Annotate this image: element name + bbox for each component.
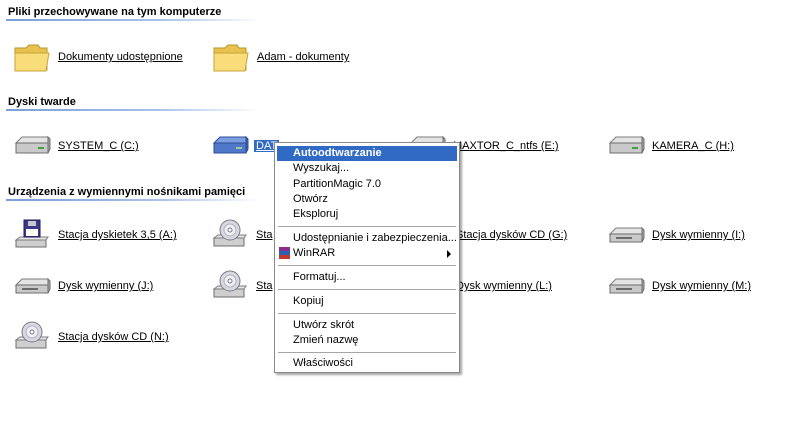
menu-item-search[interactable]: Wyszukaj...: [277, 161, 457, 176]
item-removable-m[interactable]: Dysk wymienny (M:): [606, 269, 751, 303]
menu-item-label: Eksploruj: [293, 208, 339, 220]
item-label: Dysk wymienny (I:): [652, 229, 745, 241]
item-label: Dysk wymienny (M:): [652, 280, 752, 292]
menu-item-create-shortcut[interactable]: Utwórz skrót: [277, 318, 457, 333]
submenu-arrow-icon: [447, 250, 451, 258]
removable-drive-icon: [12, 269, 52, 303]
menu-item-rename[interactable]: Zmień nazwę: [277, 333, 457, 348]
item-adam-documents[interactable]: Adam - dokumenty: [211, 40, 349, 74]
cd-drive-icon: [12, 320, 52, 354]
item-shared-documents[interactable]: Dokumenty udostępnione: [12, 40, 183, 74]
section-title: Urządzenia z wymiennymi nośnikami pamięc…: [8, 186, 246, 198]
menu-item-open[interactable]: Otwórz: [277, 192, 457, 207]
menu-separator: [278, 313, 456, 314]
removable-drive-icon: [606, 218, 646, 252]
menu-item-format[interactable]: Formatuj...: [277, 270, 457, 285]
cd-drive-icon: [210, 218, 250, 252]
hard-drive-icon: [606, 129, 646, 163]
section-divider: [6, 109, 261, 111]
item-label: Adam - dokumenty: [257, 51, 350, 63]
folder-icon: [211, 40, 251, 74]
menu-separator: [278, 265, 456, 266]
item-label: Dokumenty udostępnione: [58, 51, 183, 63]
item-drive-h[interactable]: KAMERA_C (H:): [606, 129, 734, 163]
hard-drive-icon: [12, 129, 52, 163]
winrar-icon: [279, 247, 290, 259]
item-label: Dysk wymienny (L:): [456, 280, 552, 292]
menu-item-label: WinRAR: [293, 247, 336, 259]
section-title: Pliki przechowywane na tym komputerze: [8, 6, 222, 18]
item-label: SYSTEM_C (C:): [58, 140, 139, 152]
menu-item-partition-magic[interactable]: PartitionMagic 7.0: [277, 177, 457, 192]
menu-item-label: PartitionMagic 7.0: [293, 178, 382, 190]
item-label: KAMERA_C (H:): [652, 140, 734, 152]
item-drive-c[interactable]: SYSTEM_C (C:): [12, 129, 139, 163]
item-label: Stacja dysków CD (N:): [58, 331, 169, 343]
menu-item-sharing-security[interactable]: Udostępnianie i zabezpieczenia...: [277, 231, 457, 246]
section-header-removable: Urządzenia z wymiennymi nośnikami pamięc…: [6, 185, 263, 201]
menu-item-label: Udostępnianie i zabezpieczenia...: [293, 232, 457, 244]
folder-icon: [12, 40, 52, 74]
menu-item-explore[interactable]: Eksploruj: [277, 207, 457, 222]
context-menu: Autoodtwarzanie Wyszukaj... PartitionMag…: [274, 142, 460, 373]
item-label: Stacja dysków CD (G:): [456, 229, 568, 241]
item-label: Dysk wymienny (J:): [58, 280, 154, 292]
section-divider: [6, 199, 261, 201]
item-label: Stacja dyskietek 3,5 (A:): [58, 229, 177, 241]
menu-item-properties[interactable]: Właściwości: [277, 356, 457, 371]
section-header-hard-disks: Dyski twarde: [6, 95, 263, 111]
item-cd-n[interactable]: Stacja dysków CD (N:): [12, 320, 169, 354]
section-header-files: Pliki przechowywane na tym komputerze: [6, 5, 263, 21]
menu-separator: [278, 352, 456, 353]
menu-item-label: Wyszukaj...: [293, 162, 350, 174]
hard-drive-icon: [210, 129, 250, 163]
removable-drive-icon: [606, 269, 646, 303]
item-removable-i[interactable]: Dysk wymienny (I:): [606, 218, 745, 252]
menu-item-winrar[interactable]: WinRAR: [277, 246, 457, 261]
menu-item-label: Zmień nazwę: [293, 334, 359, 346]
menu-item-copy[interactable]: Kopiuj: [277, 294, 457, 309]
item-floppy-a[interactable]: Stacja dyskietek 3,5 (A:): [12, 218, 177, 252]
item-label: Sta: [256, 280, 273, 292]
menu-separator: [278, 289, 456, 290]
menu-item-label: Utwórz skrót: [293, 319, 355, 331]
menu-item-label: Autoodtwarzanie: [293, 147, 382, 159]
item-label: MAXTOR_C_ntfs (E:): [453, 140, 559, 152]
section-title: Dyski twarde: [8, 96, 76, 108]
menu-separator: [278, 226, 456, 227]
menu-item-label: Formatuj...: [293, 271, 346, 283]
section-divider: [6, 19, 261, 21]
menu-item-autoplay[interactable]: Autoodtwarzanie: [277, 146, 457, 161]
item-removable-j[interactable]: Dysk wymienny (J:): [12, 269, 153, 303]
item-cd-f[interactable]: Sta: [210, 218, 273, 252]
menu-item-label: Otwórz: [293, 193, 328, 205]
cd-drive-icon: [210, 269, 250, 303]
item-label: Sta: [256, 229, 273, 241]
item-drive-d-selected[interactable]: DAT: [210, 129, 280, 163]
floppy-drive-icon: [12, 218, 52, 252]
item-cd-k[interactable]: Sta: [210, 269, 273, 303]
menu-item-label: Kopiuj: [293, 295, 324, 307]
menu-item-label: Właściwości: [293, 357, 353, 369]
